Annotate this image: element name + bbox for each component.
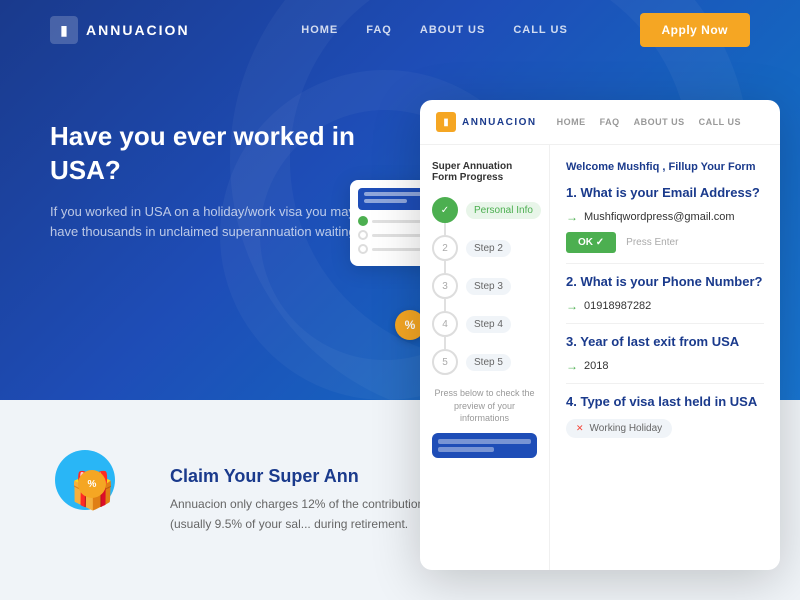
- divider-2: [566, 323, 764, 324]
- logo-text: ANNUACION: [86, 22, 190, 38]
- card-nav-about[interactable]: ABOUT US: [634, 117, 685, 127]
- form-panel: Welcome Mushfiq , Fillup Your Form 1. Wh…: [550, 145, 780, 570]
- card-logo-area: ▮ ANNUACION: [436, 112, 537, 132]
- step-label-5: Step 5: [466, 354, 511, 371]
- fill-form-label: , Fillup Your Form: [662, 161, 755, 173]
- nav-about[interactable]: ABOUT US: [420, 24, 485, 36]
- visa-badge[interactable]: ✕ Working Holiday: [566, 419, 672, 438]
- card-nav-call[interactable]: CALL US: [699, 117, 741, 127]
- step-circle-1: ✓: [432, 197, 458, 223]
- card-nav-links: HOME FAQ ABOUT US CALL US: [557, 117, 741, 127]
- nav-call[interactable]: CALL US: [513, 24, 567, 36]
- divider-1: [566, 263, 764, 264]
- card-logo-text: ANNUACION: [462, 117, 537, 128]
- step-label-4: Step 4: [466, 316, 511, 333]
- step-item-5[interactable]: 5 Step 5: [432, 349, 537, 375]
- progress-panel: Super Annuation Form Progress ✓ Personal…: [420, 145, 550, 570]
- logo-icon: ▮: [50, 16, 78, 44]
- page: ▮ ANNUACION HOME FAQ ABOUT US CALL US Ap…: [0, 0, 800, 600]
- question-3-label: 3. Year of last exit from USA: [566, 334, 764, 349]
- question-2-label: 2. What is your Phone Number?: [566, 274, 764, 289]
- arrow-icon-3: →: [566, 359, 578, 373]
- answer-text-1: Mushfiqwordpress@gmail.com: [584, 211, 735, 223]
- hero-content: Have you ever worked in USA? If you work…: [50, 120, 370, 243]
- step-connector-4: [444, 337, 446, 349]
- step-item-2[interactable]: 2 Step 2: [432, 235, 537, 261]
- answer-text-2: 01918987282: [584, 300, 651, 312]
- answer-row-1: → Mushfiqwordpress@gmail.com: [566, 210, 764, 224]
- preview-bar-1: [438, 439, 531, 444]
- step-item-4[interactable]: 4 Step 4: [432, 311, 537, 337]
- card-nav-faq[interactable]: FAQ: [600, 117, 620, 127]
- answer-row-4: ✕ Working Holiday: [566, 419, 764, 438]
- step-item-3[interactable]: 3 Step 3: [432, 273, 537, 299]
- step-connector-3: [444, 299, 446, 311]
- step-circle-2: 2: [432, 235, 458, 261]
- claim-text: Annuacion only charges 12% of the contri…: [170, 495, 450, 533]
- nav-links: HOME FAQ ABOUT US CALL US: [230, 24, 640, 36]
- question-1-label: 1. What is your Email Address?: [566, 185, 764, 200]
- welcome-text: Welcome Mushfiq , Fillup Your Form: [566, 161, 764, 173]
- step-circle-5: 5: [432, 349, 458, 375]
- card-logo-icon: ▮: [436, 112, 456, 132]
- card-navbar: ▮ ANNUACION HOME FAQ ABOUT US CALL US: [420, 100, 780, 145]
- username-label: Mushfiq: [617, 161, 659, 173]
- navbar: ▮ ANNUACION HOME FAQ ABOUT US CALL US Ap…: [0, 0, 800, 60]
- claim-illustration: % 🎁: [50, 440, 150, 560]
- welcome-label: Welcome: [566, 161, 614, 173]
- step-label-1: Personal Info: [466, 202, 541, 219]
- press-enter-label: Press Enter: [626, 237, 678, 248]
- answer-row-3: → 2018: [566, 359, 764, 373]
- step-connector-2: [444, 261, 446, 273]
- mini-dot-2: [358, 230, 368, 240]
- mini-bar-2: [364, 199, 407, 203]
- ok-button[interactable]: OK ✓: [566, 232, 616, 253]
- main-card: ▮ ANNUACION HOME FAQ ABOUT US CALL US Su…: [420, 100, 780, 570]
- step-connector-1: [444, 223, 446, 235]
- visa-x-icon: ✕: [576, 423, 584, 434]
- preview-bar-2: [438, 447, 494, 452]
- card-nav-home[interactable]: HOME: [557, 117, 586, 127]
- nav-home[interactable]: HOME: [301, 24, 338, 36]
- arrow-icon-2: →: [566, 299, 578, 313]
- visa-text: Working Holiday: [590, 423, 663, 434]
- press-below-text: Press below to check the preview of your…: [432, 387, 537, 425]
- hero-title: Have you ever worked in USA?: [50, 120, 370, 188]
- step-label-2: Step 2: [466, 240, 511, 257]
- arrow-icon-1: →: [566, 210, 578, 224]
- answer-row-2: → 01918987282: [566, 299, 764, 313]
- logo-area: ▮ ANNUACION: [50, 16, 190, 44]
- preview-card[interactable]: [432, 433, 537, 458]
- percent-badge: %: [78, 470, 106, 498]
- step-circle-4: 4: [432, 311, 458, 337]
- step-label-3: Step 3: [466, 278, 511, 295]
- divider-3: [566, 383, 764, 384]
- apply-now-button[interactable]: Apply Now: [640, 13, 751, 47]
- question-4-label: 4. Type of visa last held in USA: [566, 394, 764, 409]
- nav-faq[interactable]: FAQ: [366, 24, 392, 36]
- mini-dot-1: [358, 216, 368, 226]
- step-item-1[interactable]: ✓ Personal Info: [432, 197, 537, 223]
- ok-row: OK ✓ Press Enter: [566, 232, 764, 253]
- hero-subtitle: If you worked in USA on a holiday/work v…: [50, 202, 370, 244]
- card-body: Super Annuation Form Progress ✓ Personal…: [420, 145, 780, 570]
- mini-bar-1: [364, 192, 426, 196]
- step-circle-3: 3: [432, 273, 458, 299]
- mini-dot-3: [358, 244, 368, 254]
- progress-title: Super Annuation Form Progress: [432, 161, 537, 183]
- answer-text-3: 2018: [584, 360, 608, 372]
